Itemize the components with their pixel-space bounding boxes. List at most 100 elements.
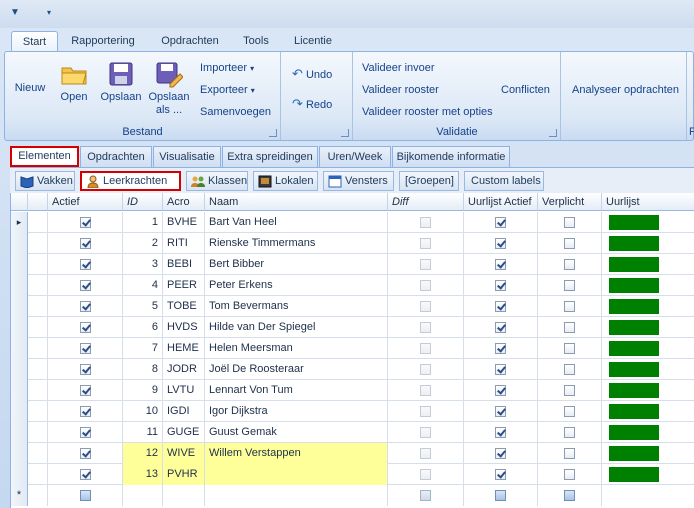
verplicht-checkbox[interactable] [564,406,575,417]
uurlijst-actief-cell[interactable] [464,338,538,359]
naam-cell[interactable]: Willem Verstappen [205,443,388,464]
dialog-launcher-icon[interactable] [549,129,557,137]
actief-cell[interactable] [48,296,123,317]
actief-cell[interactable] [48,485,123,506]
col-uurlijst-actief[interactable]: Uurlijst Actief [464,193,538,211]
actief-checkbox[interactable] [80,406,91,417]
naam-cell[interactable] [205,485,388,506]
uurlijst-cell[interactable] [602,401,694,422]
verplicht-cell[interactable] [538,464,602,485]
row-selector[interactable] [11,296,28,317]
naam-cell[interactable]: Helen Meersman [205,338,388,359]
uurlijst-actief-checkbox[interactable] [495,490,506,501]
naam-cell[interactable]: Igor Dijkstra [205,401,388,422]
naam-cell[interactable]: Hilde van Der Spiegel [205,317,388,338]
verplicht-checkbox[interactable] [564,238,575,249]
actief-cell[interactable] [48,380,123,401]
acro-cell[interactable] [163,485,205,506]
col-verplicht[interactable]: Verplicht [538,193,602,211]
actief-cell[interactable] [48,275,123,296]
conflicten-button[interactable]: Conflicten [501,82,550,98]
verplicht-checkbox[interactable] [564,343,575,354]
table-row[interactable]: 9 LVTU Lennart Von Tum [11,380,694,401]
table-row[interactable]: 13 PVHR [11,464,694,485]
verplicht-checkbox[interactable] [564,259,575,270]
actief-cell[interactable] [48,254,123,275]
row-selector[interactable]: ▸ [11,212,28,233]
tab-extra-spreidingen[interactable]: Extra spreidingen [222,146,318,167]
verplicht-cell[interactable] [538,338,602,359]
acro-cell[interactable]: IGDI [163,401,205,422]
actief-checkbox[interactable] [80,217,91,228]
uurlijst-cell[interactable] [602,422,694,443]
col-id[interactable]: ID [123,193,163,211]
actief-checkbox[interactable] [80,469,91,480]
valideer-rooster-button[interactable]: Valideer rooster [362,82,439,98]
verplicht-cell[interactable] [538,233,602,254]
acro-cell[interactable]: TOBE [163,296,205,317]
id-cell[interactable]: 10 [123,401,163,422]
uurlijst-actief-checkbox[interactable] [495,427,506,438]
verplicht-checkbox[interactable] [564,364,575,375]
actief-checkbox[interactable] [80,385,91,396]
exporteer-button[interactable]: Exporteer ▾ [200,82,255,98]
tab-groepen[interactable]: [Groepen] [399,171,459,191]
acro-cell[interactable]: HVDS [163,317,205,338]
verplicht-checkbox[interactable] [564,469,575,480]
tab-elementen[interactable]: Elementen [10,146,79,167]
tab-vakken[interactable]: Vakken [15,171,75,191]
actief-cell[interactable] [48,233,123,254]
verplicht-cell[interactable] [538,380,602,401]
verplicht-cell[interactable] [538,422,602,443]
acro-cell[interactable]: WIVE [163,443,205,464]
uurlijst-cell[interactable] [602,254,694,275]
naam-cell[interactable]: Tom Bevermans [205,296,388,317]
actief-cell[interactable] [48,464,123,485]
table-row[interactable]: 8 JODR Joël De Roosteraar [11,359,694,380]
row-selector[interactable] [11,443,28,464]
verplicht-cell[interactable] [538,443,602,464]
uurlijst-actief-cell[interactable] [464,317,538,338]
verplicht-cell[interactable] [538,275,602,296]
row-selector[interactable] [11,338,28,359]
verplicht-cell[interactable] [538,296,602,317]
id-cell[interactable]: 1 [123,212,163,233]
verplicht-cell[interactable] [538,359,602,380]
customize-toolbar-icon[interactable]: ▾ [42,6,56,20]
tab-klassen[interactable]: Klassen [186,171,248,191]
uurlijst-actief-checkbox[interactable] [495,385,506,396]
verplicht-cell[interactable] [538,401,602,422]
actief-checkbox[interactable] [80,280,91,291]
uurlijst-cell[interactable] [602,275,694,296]
row-selector[interactable] [11,464,28,485]
uurlijst-cell[interactable] [602,359,694,380]
actief-cell[interactable] [48,338,123,359]
id-cell[interactable] [123,485,163,506]
uurlijst-actief-checkbox[interactable] [495,217,506,228]
redo-button[interactable]: ↷ Redo [292,96,332,112]
tab-uren-week[interactable]: Uren/Week [319,146,391,167]
col-actief[interactable]: Actief [48,193,123,211]
verplicht-checkbox[interactable] [564,490,575,501]
app-menu-icon[interactable]: ▼ [8,6,22,20]
naam-cell[interactable]: Rienske Timmermans [205,233,388,254]
tab-lokalen[interactable]: Lokalen [253,171,318,191]
table-row[interactable]: 7 HEME Helen Meersman [11,338,694,359]
naam-cell[interactable]: Guust Gemak [205,422,388,443]
uurlijst-cell[interactable] [602,212,694,233]
table-row[interactable]: 12 WIVE Willem Verstappen [11,443,694,464]
id-cell[interactable]: 3 [123,254,163,275]
table-row[interactable]: 6 HVDS Hilde van Der Spiegel [11,317,694,338]
tab-opdrachten-sub[interactable]: Opdrachten [80,146,152,167]
actief-cell[interactable] [48,317,123,338]
tab-rapportering[interactable]: Rapportering [64,31,142,52]
uurlijst-actief-checkbox[interactable] [495,343,506,354]
samenvoegen-button[interactable]: Samenvoegen [200,104,271,120]
naam-cell[interactable]: Joël De Roosteraar [205,359,388,380]
tab-start[interactable]: Start [11,31,58,52]
uurlijst-cell[interactable] [602,485,694,506]
actief-checkbox[interactable] [80,448,91,459]
tab-vensters[interactable]: Vensters [323,171,394,191]
opslaan-als-button[interactable]: Opslaan als ... [147,60,191,117]
actief-cell[interactable] [48,443,123,464]
